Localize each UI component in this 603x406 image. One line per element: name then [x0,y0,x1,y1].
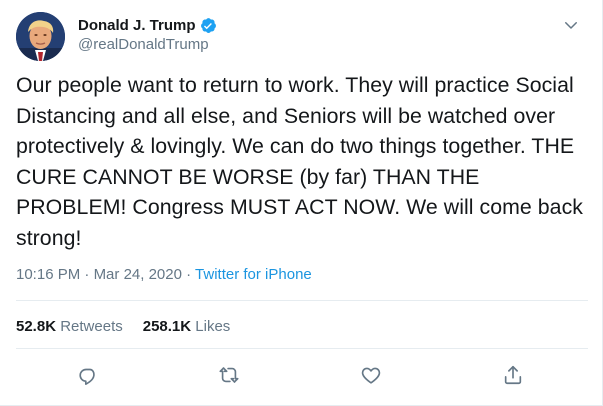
divider [16,300,588,301]
action-bar [0,362,603,390]
reply-icon [79,368,95,385]
likes-stat[interactable]: 258.1K Likes [143,318,231,335]
divider [16,348,588,349]
tweet-card: Donald J. Trump @realDonaldTrump Our peo… [0,0,603,406]
avatar[interactable] [16,12,65,61]
verified-badge-icon [200,17,217,34]
meta-separator: · [84,266,90,283]
name-row: Donald J. Trump [78,15,217,35]
tweet-text: Our people want to return to work. They … [16,73,589,250]
tweet-stats: 52.8K Retweets 258.1K Likes [16,318,230,335]
author-block[interactable]: Donald J. Trump @realDonaldTrump [78,15,217,53]
retweet-button[interactable] [218,364,240,386]
retweets-label: Retweets [60,318,123,335]
tweet-source[interactable]: Twitter for iPhone [195,266,312,283]
heart-icon [361,367,381,384]
display-name[interactable]: Donald J. Trump [78,17,196,34]
tweet-header: Donald J. Trump @realDonaldTrump [16,12,586,61]
likes-label: Likes [195,318,231,335]
meta-separator: · [186,266,192,283]
retweet-icon [219,367,239,383]
tweet-date[interactable]: Mar 24, 2020 [94,266,182,283]
share-button[interactable] [502,364,524,386]
retweets-count: 52.8K [16,318,57,335]
tweet-meta: 10:16 PM · Mar 24, 2020 · Twitter for iP… [16,266,312,283]
retweets-stat[interactable]: 52.8K Retweets [16,318,123,335]
like-button[interactable] [360,364,382,386]
share-icon [504,365,522,385]
chevron-down-icon[interactable] [562,16,580,34]
reply-button[interactable] [77,364,99,386]
avatar-image [16,12,65,61]
handle[interactable]: @realDonaldTrump [78,36,217,53]
likes-count: 258.1K [142,318,192,335]
tweet-time[interactable]: 10:16 PM [16,266,80,283]
